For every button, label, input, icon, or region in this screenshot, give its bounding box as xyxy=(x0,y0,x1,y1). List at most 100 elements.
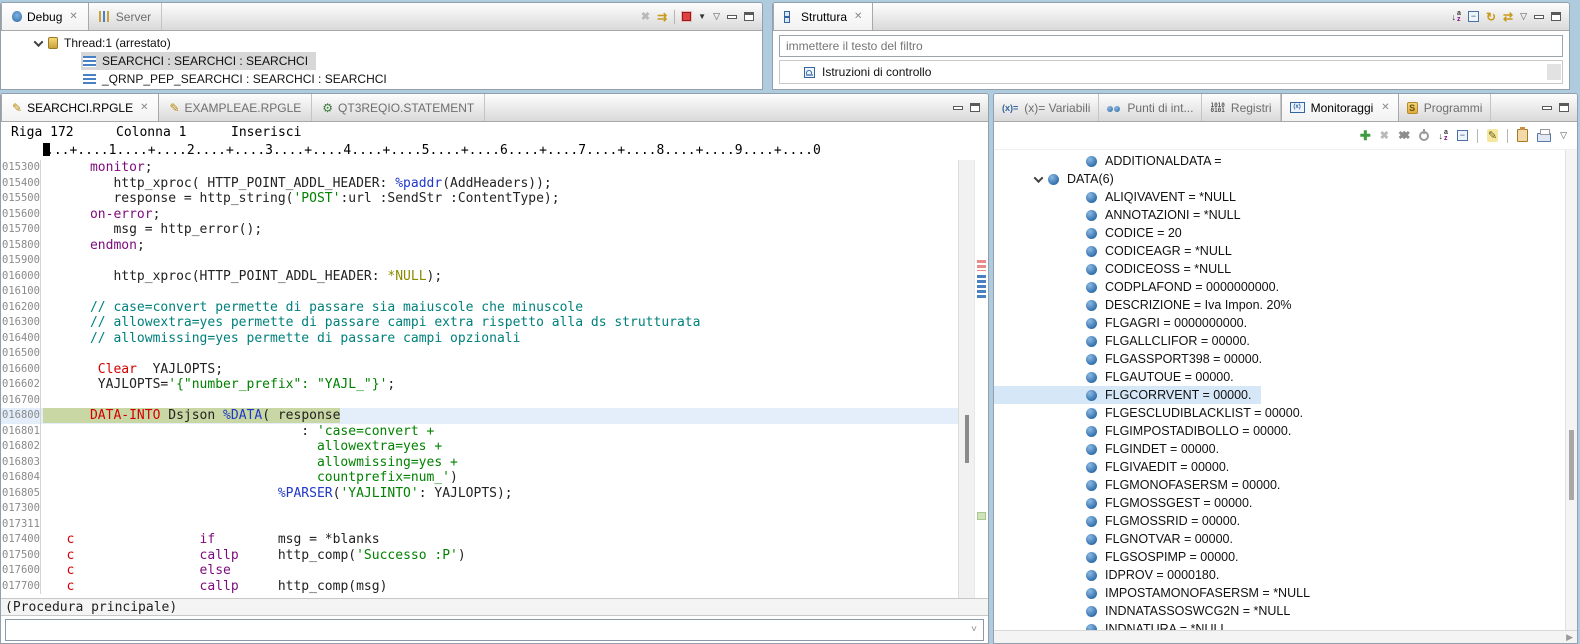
remove-terminated-icon[interactable]: ✖ xyxy=(641,10,650,23)
code-line[interactable]: 017600 c else xyxy=(1,563,958,579)
remove-all-monitors-icon[interactable]: ✖✖ xyxy=(1398,129,1410,142)
tab-qt3reqio-statement[interactable]: ⚙ QT3REQIO.STATEMENT xyxy=(312,94,485,121)
code-line[interactable]: 015900 xyxy=(1,253,958,269)
code-line[interactable]: 016802 allowextra=yes + xyxy=(1,439,958,455)
expanded-chevron-icon[interactable] xyxy=(34,37,44,47)
collapse-all-icon[interactable]: − xyxy=(1457,130,1468,141)
code-line[interactable]: 017700 c callp http_comp(msg) xyxy=(1,579,958,595)
code-line[interactable]: 016200 // case=convert permette di passa… xyxy=(1,300,958,316)
scroll-right-icon[interactable]: ▶ xyxy=(1566,632,1573,643)
maximize-icon[interactable] xyxy=(1559,103,1569,112)
expanded-chevron-icon[interactable] xyxy=(1034,173,1044,183)
tab-registri[interactable]: 10100101 Registri xyxy=(1202,94,1280,121)
code-line[interactable]: 015800 endmon; xyxy=(1,238,958,254)
code-line[interactable]: 016803 allowmissing=yes + xyxy=(1,455,958,471)
tab-punti-di-interruzione[interactable]: Punti di int... xyxy=(1099,94,1202,121)
maximize-icon[interactable] xyxy=(970,103,980,112)
code-line[interactable]: 016801 : 'case=convert + xyxy=(1,424,958,440)
edit-monitor-icon[interactable]: ✎ xyxy=(1487,129,1498,142)
close-icon[interactable]: ✕ xyxy=(1381,102,1389,113)
tab-server[interactable]: Server xyxy=(89,3,162,30)
minimize-icon[interactable] xyxy=(1534,15,1544,19)
watch-item[interactable]: FLGNOTVAR = 00000. xyxy=(994,530,1243,548)
sort-az-icon[interactable]: ↓az xyxy=(1452,11,1461,23)
error-marker[interactable] xyxy=(977,260,986,271)
view-menu-icon[interactable]: ▽ xyxy=(713,11,720,22)
stack-frame[interactable]: SEARCHCI : SEARCHCI : SEARCHCI xyxy=(81,52,316,70)
maximize-icon[interactable] xyxy=(744,12,754,21)
code-line[interactable]: 016600 Clear YAJLOPTS; xyxy=(1,362,958,378)
occurrence-marker[interactable] xyxy=(977,512,986,520)
chevron-down-icon[interactable]: ˅ xyxy=(971,624,977,635)
code-line[interactable]: 016800 DATA-INTO Dsjson %DATA( response xyxy=(1,408,958,424)
watch-item[interactable]: CODICE = 20 xyxy=(994,224,1192,242)
code-area[interactable]: 015300 monitor;015400 http_xproc( HTTP_P… xyxy=(1,160,958,598)
watch-item[interactable]: FLGINDET = 00000. xyxy=(994,440,1229,458)
debug-hardware-icon[interactable] xyxy=(682,12,691,21)
sort-az-icon[interactable]: ↓az xyxy=(1438,130,1447,142)
code-line[interactable]: 016100 xyxy=(1,284,958,300)
code-line[interactable]: 016602 YAJLOPTS='{"number_prefix": "YAJL… xyxy=(1,377,958,393)
monitors-scrollbar[interactable] xyxy=(1565,150,1577,630)
view-menu-icon[interactable]: ▽ xyxy=(1560,130,1567,141)
scrollbar[interactable] xyxy=(1547,64,1561,80)
watch-item[interactable]: CODICEAGR = *NULL xyxy=(994,242,1242,260)
watch-item[interactable]: CODICEOSS = *NULL xyxy=(994,260,1241,278)
code-line[interactable]: 015600 on-error; xyxy=(1,207,958,223)
view-menu-icon[interactable]: ▽ xyxy=(1520,11,1527,22)
watch-item[interactable]: FLGAUTOUE = 00000. xyxy=(994,368,1244,386)
code-line[interactable]: 016400 // allowmissing=yes permette di p… xyxy=(1,331,958,347)
code-line[interactable]: 016804 countprefix=num_') xyxy=(1,470,958,486)
watch-item[interactable]: ALIQIVAVENT = *NULL xyxy=(994,188,1246,206)
code-line[interactable]: 017500 c callp http_comp('Successo :P') xyxy=(1,548,958,564)
scrollbar-thumb[interactable] xyxy=(1569,430,1574,500)
watch-item[interactable]: INDNATASSOSWCG2N = *NULL xyxy=(994,602,1300,620)
tab-struttura[interactable]: Struttura ✕ xyxy=(773,3,873,30)
add-monitor-icon[interactable]: ✚ xyxy=(1360,128,1371,144)
watch-item[interactable]: FLGMONOFASERSM = 00000. xyxy=(994,476,1290,494)
code-line[interactable]: 015300 monitor; xyxy=(1,160,958,176)
code-line[interactable]: 016000 http_xproc(HTTP_POINT_ADDL_HEADER… xyxy=(1,269,958,285)
tab-searchci-rpgle[interactable]: ✎ SEARCHCI.RPGLE ✕ xyxy=(1,94,159,121)
watch-item[interactable]: FLGAGRI = 0000000000. xyxy=(994,314,1257,332)
thread-node[interactable]: Thread:1 (arrestato) xyxy=(1,34,762,52)
code-line[interactable]: 017311 xyxy=(1,517,958,533)
watch-item[interactable]: IMPOSTAMONOFASERSM = *NULL xyxy=(994,584,1320,602)
code-line[interactable]: 015700 msg = http_error(); xyxy=(1,222,958,238)
minimize-icon[interactable] xyxy=(1542,106,1552,110)
close-icon[interactable]: ✕ xyxy=(854,11,862,22)
print-icon[interactable] xyxy=(1537,133,1551,142)
filter-input[interactable] xyxy=(779,35,1563,57)
dropdown-arrow-icon[interactable]: ▼ xyxy=(698,12,706,21)
minimize-icon[interactable] xyxy=(727,15,737,19)
close-icon[interactable]: ✕ xyxy=(69,11,77,22)
maximize-icon[interactable] xyxy=(1551,12,1561,21)
scrollbar-thumb[interactable] xyxy=(965,415,969,463)
close-icon[interactable]: ✕ xyxy=(140,102,148,113)
tab-monitoraggi[interactable]: (x) Monitoraggi ✕ xyxy=(1281,94,1399,121)
tab-programmi[interactable]: S Programmi xyxy=(1399,94,1492,121)
watch-item[interactable]: FLGALLCLIFOR = 00000. xyxy=(994,332,1260,350)
code-line[interactable]: 015500 response = http_string('POST':url… xyxy=(1,191,958,207)
code-line[interactable]: 016700 xyxy=(1,393,958,409)
code-line[interactable]: 015400 http_xproc( HTTP_POINT_ADDL_HEADE… xyxy=(1,176,958,192)
editor-scrollbar[interactable] xyxy=(958,160,974,598)
watch-item[interactable]: FLGCORRVENT = 00000. xyxy=(994,386,1261,404)
refresh-icon[interactable]: ↻ xyxy=(1486,10,1496,24)
stack-frame[interactable]: _QRNP_PEP_SEARCHCI : SEARCHCI : SEARCHCI xyxy=(81,70,395,88)
watch-item[interactable]: DESCRIZIONE = Iva Impon. 20% xyxy=(994,296,1302,314)
watch-item[interactable]: FLGMOSSGEST = 00000. xyxy=(994,494,1262,512)
code-line[interactable]: 017400 c if msg = *blanks xyxy=(1,532,958,548)
watch-item[interactable]: INDNATURA = *NULL xyxy=(994,620,1237,630)
list-item-istruzioni[interactable]: Istruzioni di controllo xyxy=(780,65,1547,79)
watch-item[interactable]: CODPLAFOND = 0000000000. xyxy=(994,278,1289,296)
watch-item[interactable]: ANNOTAZIONI = *NULL xyxy=(994,206,1251,224)
clipboard-icon[interactable] xyxy=(1517,129,1528,142)
code-line[interactable]: 016300 // allowextra=yes permette di pas… xyxy=(1,315,958,331)
tab-variabili[interactable]: (x)= (x)= Variabili xyxy=(994,94,1099,121)
watch-item[interactable]: FLGIMPOSTADIBOLLO = 00000. xyxy=(994,422,1301,440)
tab-debug[interactable]: Debug ✕ xyxy=(1,3,89,30)
enable-disable-icon[interactable] xyxy=(1419,131,1429,141)
code-line[interactable]: 016805 %PARSER('YAJLINTO': YAJLOPTS); xyxy=(1,486,958,502)
watch-item[interactable]: FLGIVAEDIT = 00000. xyxy=(994,458,1239,476)
